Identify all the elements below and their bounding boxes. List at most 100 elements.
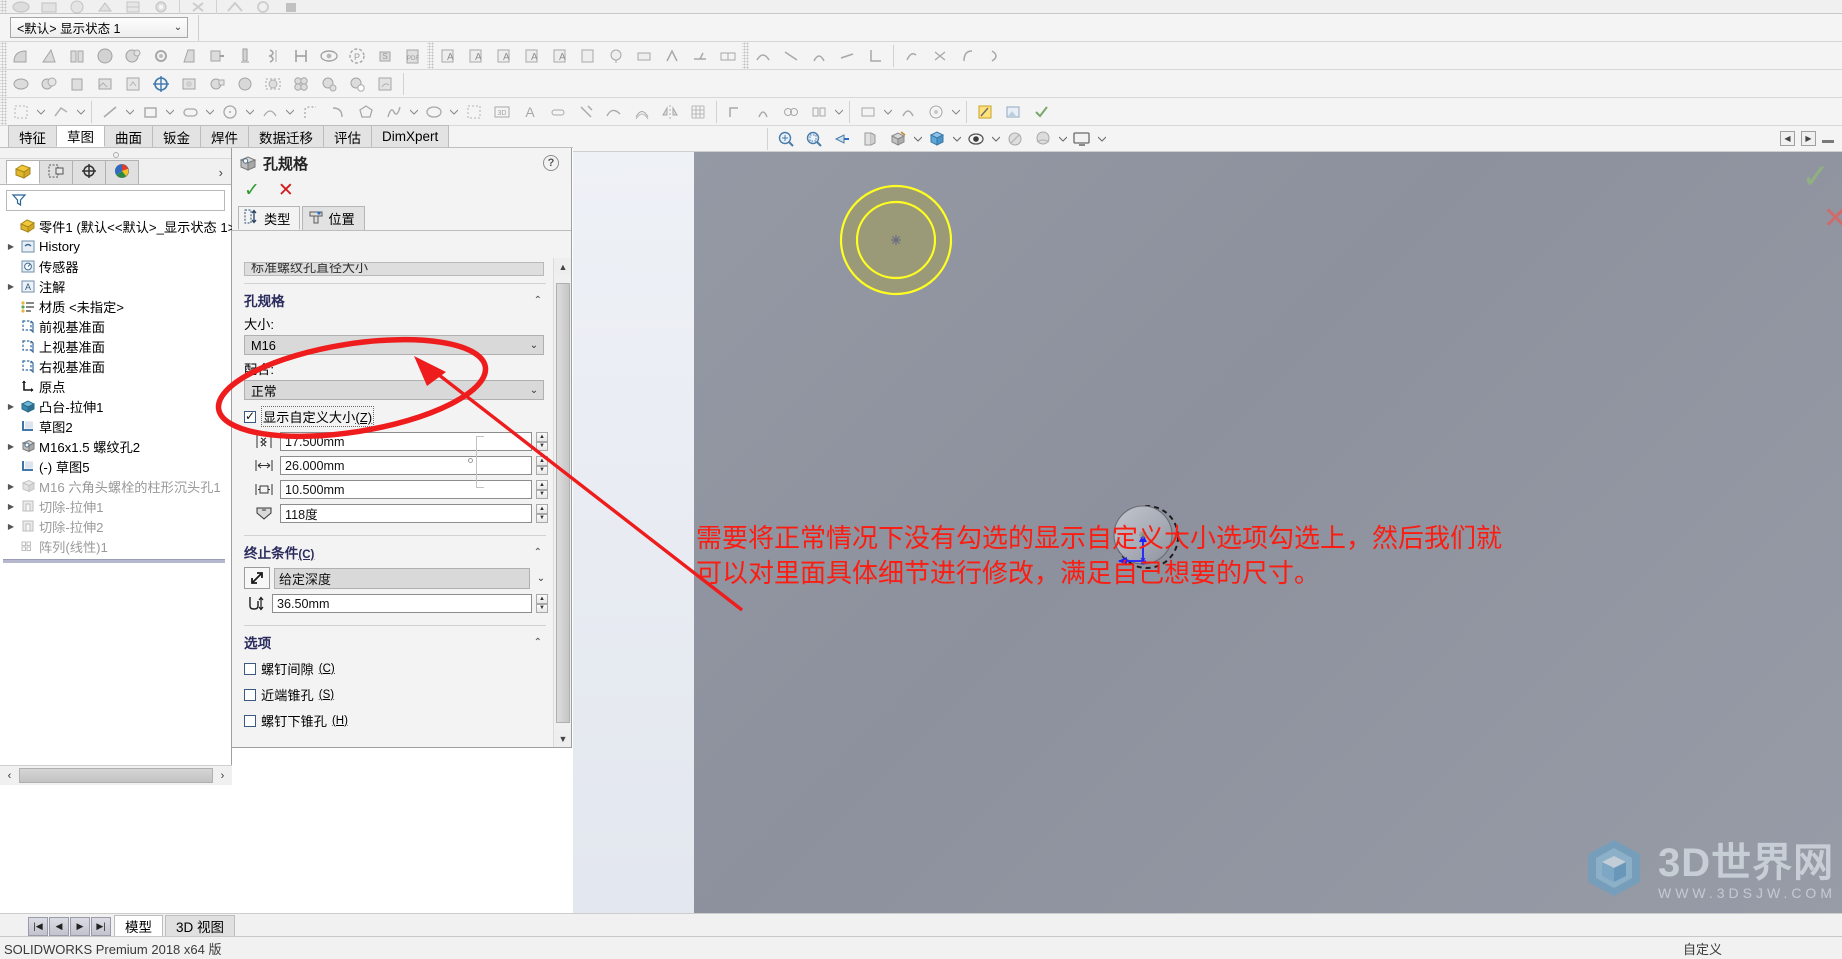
entity-link-icon[interactable] [777, 99, 805, 125]
scroll-thumb[interactable] [19, 768, 213, 783]
line-icon[interactable] [96, 99, 124, 125]
tree-item-annotations[interactable]: ▶ A 注解 [0, 276, 231, 296]
section-header-hole-spec[interactable]: 孔规格 ⌃ [244, 283, 546, 310]
nav-prev-button[interactable]: ◀ [49, 917, 69, 936]
tree-item-sensors[interactable]: ▶ 传感器 [0, 256, 231, 276]
tab-model[interactable]: 模型 [114, 915, 163, 936]
confirm-corner-cancel-icon[interactable]: ✕ [1823, 204, 1842, 234]
tree-item-history[interactable]: ▶ History [0, 236, 231, 256]
option-near-side-countersink[interactable]: 近端锥孔 (S) [244, 685, 554, 704]
sketch-relation3-icon[interactable] [805, 43, 833, 69]
appearance-icon[interactable] [1001, 126, 1029, 152]
sketch-relation4-icon[interactable] [833, 43, 861, 69]
tree-item-boss-extrude1[interactable]: ▶ 凸台-拉伸1 [0, 396, 231, 416]
nav-next-button[interactable]: ▶ [70, 917, 90, 936]
thread-diameter-input[interactable]: 17.500mm [280, 432, 532, 451]
arc-icon[interactable] [256, 99, 284, 125]
tree-item-material[interactable]: ▶ 材质 <未指定> [0, 296, 231, 316]
edit-sketch-highlight-icon[interactable] [971, 99, 999, 125]
balloon-icon[interactable] [602, 43, 630, 69]
tree-item-origin[interactable]: ▶ 原点 [0, 376, 231, 396]
tab-property-manager[interactable] [39, 160, 73, 184]
toolbar-grip[interactable] [427, 42, 434, 69]
slot-straight-icon[interactable] [544, 99, 572, 125]
minimize-icon[interactable] [1822, 139, 1834, 143]
blind-depth-icon[interactable] [244, 567, 270, 589]
tree-horizontal-scrollbar[interactable]: ‹ › [0, 765, 232, 785]
sphere-settings-icon[interactable] [315, 71, 343, 97]
nav-first-button[interactable]: |◀ [28, 917, 48, 936]
toolbar-grip[interactable] [742, 42, 749, 69]
tree-expander[interactable]: ▶ [4, 242, 18, 251]
tree-root[interactable]: ▶ 零件1 (默认<<默认>_显示状态 1>) [0, 216, 240, 236]
toolbar-grip[interactable] [0, 98, 7, 125]
dome-icon[interactable] [91, 43, 119, 69]
sketch-new-icon[interactable] [7, 99, 35, 125]
chevron-up-icon[interactable]: ⌃ [534, 547, 546, 558]
previous-view-icon[interactable] [828, 126, 856, 152]
chevron-down-icon[interactable] [912, 126, 923, 152]
surface-finish-icon[interactable] [658, 43, 686, 69]
drill-angle-stepper[interactable]: ▲ ▼ [536, 504, 548, 523]
tree-item-linear-pattern1[interactable]: ▶ 阵列(线性)1 [0, 536, 231, 556]
toolbar-row-top[interactable] [0, 0, 1842, 18]
split-entity-icon[interactable] [572, 99, 600, 125]
thread-icon[interactable] [259, 43, 287, 69]
chevron-down-icon[interactable]: ⌄ [527, 385, 541, 396]
annotation-add-icon[interactable]: A [518, 43, 546, 69]
scroll-right-icon[interactable]: › [214, 767, 231, 784]
tree-item-right-plane[interactable]: ▶ 右视基准面 [0, 356, 231, 376]
tree-item-cut-extrude1[interactable]: ▶ 切除-拉伸1 [0, 496, 231, 516]
hide-show-icon[interactable] [962, 126, 990, 152]
chevron-down-icon[interactable] [284, 99, 296, 125]
end-condition-dropdown[interactable]: 给定深度 [274, 567, 530, 589]
revolve-icon[interactable] [749, 99, 777, 125]
sketch-tool4-icon[interactable] [982, 43, 1010, 69]
section-header-options[interactable]: 选项 ⌃ [244, 625, 546, 652]
tree-item-tapped-hole2[interactable]: ▶ M16x1.5 螺纹孔2 [0, 436, 231, 456]
scroll-track[interactable] [19, 768, 213, 783]
cancel-button[interactable]: ✕ [278, 181, 294, 200]
scene-icon[interactable] [1029, 126, 1057, 152]
panel-splitter[interactable] [0, 148, 231, 159]
tree-item-sketch2[interactable]: ▶ 草图2 [0, 416, 231, 436]
rapid-sketch-icon[interactable] [922, 99, 950, 125]
toolbar-grip[interactable] [0, 42, 7, 69]
tab-weldments[interactable]: 焊件 [200, 125, 249, 147]
sketch-pattern-icon[interactable] [460, 99, 488, 125]
fillet-icon[interactable] [7, 43, 35, 69]
tab-features[interactable]: 特征 [8, 125, 57, 147]
tab-configuration-manager[interactable] [72, 160, 106, 184]
confirm-button[interactable]: ✓ [244, 181, 260, 200]
fully-define-icon[interactable] [894, 99, 922, 125]
tree-expander[interactable]: ▶ [4, 482, 18, 491]
counterbore-depth-stepper[interactable]: ▲ ▼ [536, 480, 548, 499]
jog-line-icon[interactable] [600, 99, 628, 125]
chevron-down-icon[interactable] [244, 99, 256, 125]
extrude-boss-icon[interactable] [721, 99, 749, 125]
standard-dropdown-clipped[interactable]: 标准螺纹孔直径大小 [244, 262, 544, 276]
tree-item-counterbore-hole1[interactable]: ▶ M16 六角头螺栓的柱形沉头孔1 [0, 476, 231, 496]
chevron-down-icon[interactable] [951, 126, 962, 152]
tab-sketch[interactable]: 草图 [56, 125, 105, 147]
display-style-icon[interactable] [923, 126, 951, 152]
hole-wizard-icon[interactable] [231, 43, 259, 69]
rectangle-icon[interactable] [136, 99, 164, 125]
tree-expander[interactable]: ▶ [4, 522, 18, 531]
draft-icon[interactable] [175, 43, 203, 69]
confirm-corner-check-icon[interactable]: ✓ [1802, 160, 1831, 194]
drill-angle-input[interactable]: 118度 [280, 504, 532, 523]
multi-sphere-icon[interactable] [287, 71, 315, 97]
size-dropdown[interactable]: M16 ⌄ [244, 335, 544, 355]
tree-expander[interactable]: ▶ [4, 282, 18, 291]
tree-expander[interactable]: ▶ [4, 502, 18, 511]
show-custom-size-checkbox[interactable]: 显示自定义大小(Z) [244, 406, 554, 427]
circle-icon[interactable] [216, 99, 244, 125]
chevron-down-icon[interactable] [448, 99, 460, 125]
rib-icon[interactable] [63, 43, 91, 69]
chevron-down-icon[interactable] [204, 99, 216, 125]
zoom-to-fit-icon[interactable] [772, 126, 800, 152]
tree-expander[interactable]: ▶ [4, 402, 18, 411]
render-preview-icon[interactable] [175, 71, 203, 97]
text-icon[interactable]: A [516, 99, 544, 125]
